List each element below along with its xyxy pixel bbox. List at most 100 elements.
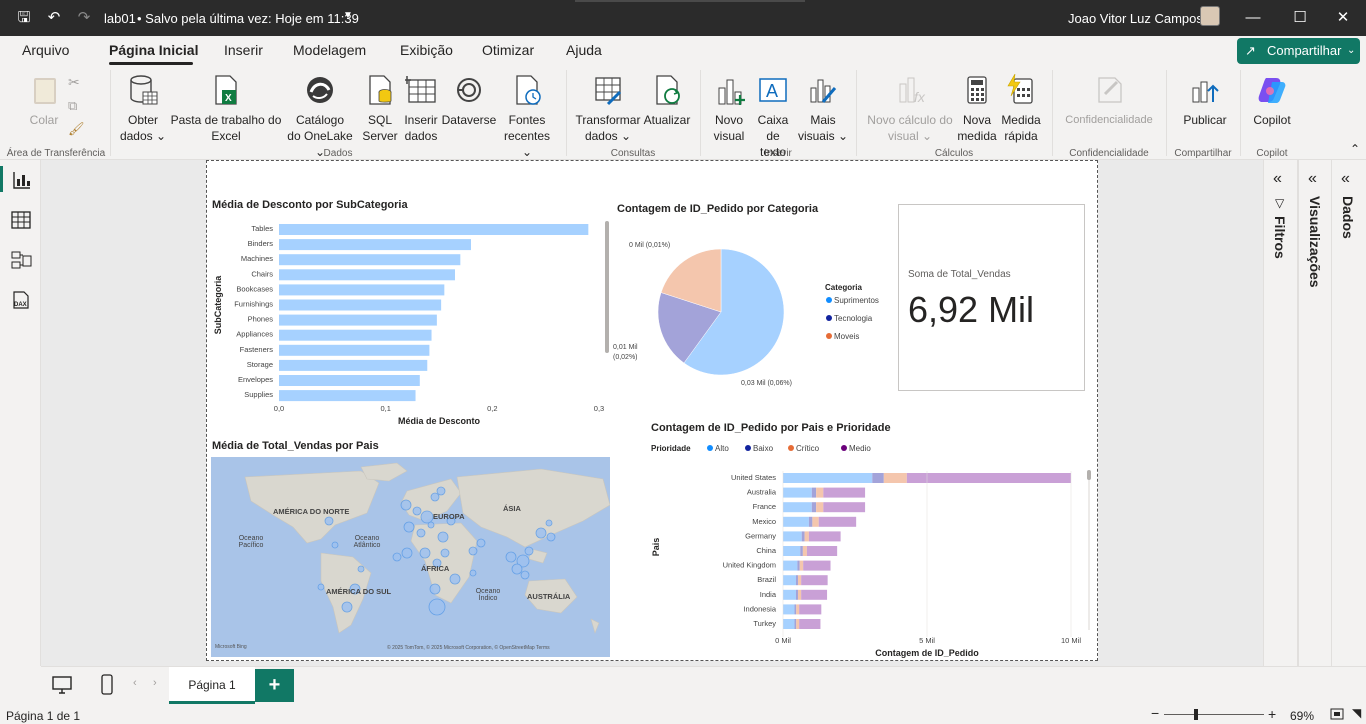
insert-data-button[interactable]: Inserir dados [402,74,440,144]
quick-measure-icon [1005,73,1037,106]
tab-modelagem[interactable]: Modelagem [293,42,366,58]
zoom-level: 69% [1290,709,1315,723]
map-label: AMÉRICA DO SUL [326,587,392,596]
x-tick-label: 0 Mil [775,636,791,645]
legend-label: Crítico [796,444,820,453]
tab-otimizar[interactable]: Otimizar [482,42,534,58]
bar-segment [800,546,803,556]
bar-segment [883,473,907,483]
category-pie-chart[interactable]: Contagem de ID_Pedido por Categoria 0,03 … [611,197,891,397]
bar [279,284,445,296]
user-name[interactable]: Joao Vitor Luz Campos [1068,11,1203,26]
model-view-icon[interactable] [10,250,32,270]
filters-pane[interactable]: « ▽ Filtros [1264,160,1298,666]
dataverse-icon [453,74,485,106]
add-page-button[interactable]: + [255,669,294,702]
data-pane[interactable]: « Dados [1332,160,1366,666]
share-button[interactable]: ↗ Compartilhar ⌄ [1237,38,1360,64]
category-label: Chairs [251,269,273,278]
page-tab-1[interactable]: Página 1 [169,667,255,704]
scroll-right-icon[interactable]: › [153,677,157,689]
copilot-button[interactable]: Copilot [1248,74,1296,128]
tab-pagina-inicial[interactable]: Página Inicial [109,42,198,58]
expand-chevron-icon[interactable]: « [1341,170,1350,188]
more-visuals-button[interactable]: Mais visuais ⌄ [796,74,850,144]
dataverse-button[interactable]: Dataverse [440,74,498,128]
kpi-card[interactable]: Soma de Total_Vendas 6,92 Mil [898,204,1085,391]
side-panes: « ▽ Filtros « Visualizações « Dados [1263,160,1366,666]
collapse-ribbon-icon[interactable]: ⌃ [1350,142,1360,156]
tab-inserir[interactable]: Inserir [224,42,263,58]
bar [279,239,471,251]
table-view-icon[interactable] [10,210,32,230]
map-label: AMÉRICA DO NORTE [273,507,350,516]
group-label-insert: Inserir [764,148,792,159]
publish-button[interactable]: Publicar [1176,74,1234,128]
new-visual-calc-button[interactable]: fx Novo cálculo do visual ⌄ [864,74,956,144]
sensitivity-button[interactable]: Confidencialidade [1060,74,1158,128]
clipboard-icon [28,74,60,106]
transform-data-button[interactable]: Transformar dados ⌄ [574,74,642,144]
desktop-layout-icon[interactable] [51,675,73,695]
avatar[interactable] [1200,6,1220,26]
discount-bar-chart[interactable]: Média de Desconto por SubCategoria Tables… [207,193,617,433]
dax-query-view-icon[interactable]: DAX [10,290,32,310]
new-visual-button[interactable]: Novo visual [708,74,750,144]
maximize-button[interactable]: ☐ [1285,6,1315,30]
tab-exibicao[interactable]: Exibição [400,42,453,58]
bar-segment [796,619,800,629]
paste-button[interactable]: Colar [24,74,64,128]
page-tabs-bar: ‹ › Página 1 + [41,666,1366,704]
save-status[interactable]: • Salvo pela última vez: Hoje em 11:39 [137,11,359,26]
close-button[interactable]: ✕ [1328,6,1358,30]
zoom-out-button[interactable]: − [1151,705,1159,721]
cut-icon[interactable]: ✂ [68,74,80,91]
bar-segment [797,575,802,586]
svg-text:X: X [225,93,232,104]
expand-chevron-icon[interactable]: « [1273,170,1282,188]
world-map [244,462,610,634]
zoom-slider-thumb[interactable] [1194,709,1198,720]
get-data-button[interactable]: Obter dados ⌄ [118,74,168,144]
mobile-layout-icon[interactable] [99,674,115,696]
save-icon[interactable]: 🖫 [14,8,34,28]
scroll-left-icon[interactable]: ‹ [133,677,137,689]
chevron-down-icon[interactable]: ▼ [343,10,353,21]
zoom-in-button[interactable]: + [1268,706,1276,722]
map-visual[interactable]: AMÉRICA DO NORTE EUROPA ÁSIA Oceano Pací… [211,457,610,657]
zoom-slider-track[interactable] [1164,714,1264,715]
new-measure-button[interactable]: Nova medida [956,74,998,144]
fit-to-page-icon[interactable] [1330,708,1344,720]
map-attribution[interactable]: © 2025 TomTom, © 2025 Microsoft Corporat… [387,645,550,651]
minimize-button[interactable]: — [1238,6,1268,30]
category-label: Envelopes [238,375,273,384]
country-priority-stacked-bar[interactable]: Contagem de ID_Pedido por Pais e Priorid… [643,415,1093,660]
bar-segment [783,546,801,556]
sql-server-button[interactable]: SQL Server [360,74,400,144]
transform-data-icon [592,74,624,106]
tab-arquivo[interactable]: Arquivo [22,42,69,58]
page-info: Página 1 de 1 [6,709,81,723]
bar [279,254,461,266]
refresh-button[interactable]: Atualizar [642,74,692,128]
undo-icon[interactable]: ↶ [44,8,64,28]
bar-segment [808,531,841,542]
bar-segment [783,619,795,629]
format-painter-icon[interactable]: 🖌 [68,121,85,137]
visualizations-pane[interactable]: « Visualizações [1298,160,1332,666]
tab-ajuda[interactable]: Ajuda [566,42,602,58]
copy-icon[interactable]: ⧉ [68,98,77,114]
ribbon: Colar ✂ ⧉ 🖌 Área de Transferência Obter … [0,66,1366,160]
category-label: Machines [241,254,273,263]
expand-icon[interactable]: ◥ [1352,706,1361,720]
excel-workbook-button[interactable]: X Pasta de trabalho do Excel [170,74,282,144]
redo-icon[interactable]: ↷ [74,8,94,28]
map-label: ÁFRICA [421,564,450,573]
quick-measure-button[interactable]: Medida rápida [998,73,1044,144]
report-view-icon[interactable] [10,170,32,190]
bing-logo: Microsoft Bing [215,644,247,650]
group-label-calculations: Cálculos [934,148,974,159]
expand-chevron-icon[interactable]: « [1308,170,1317,188]
bar-segment [811,502,817,513]
bar-segment [783,531,802,542]
